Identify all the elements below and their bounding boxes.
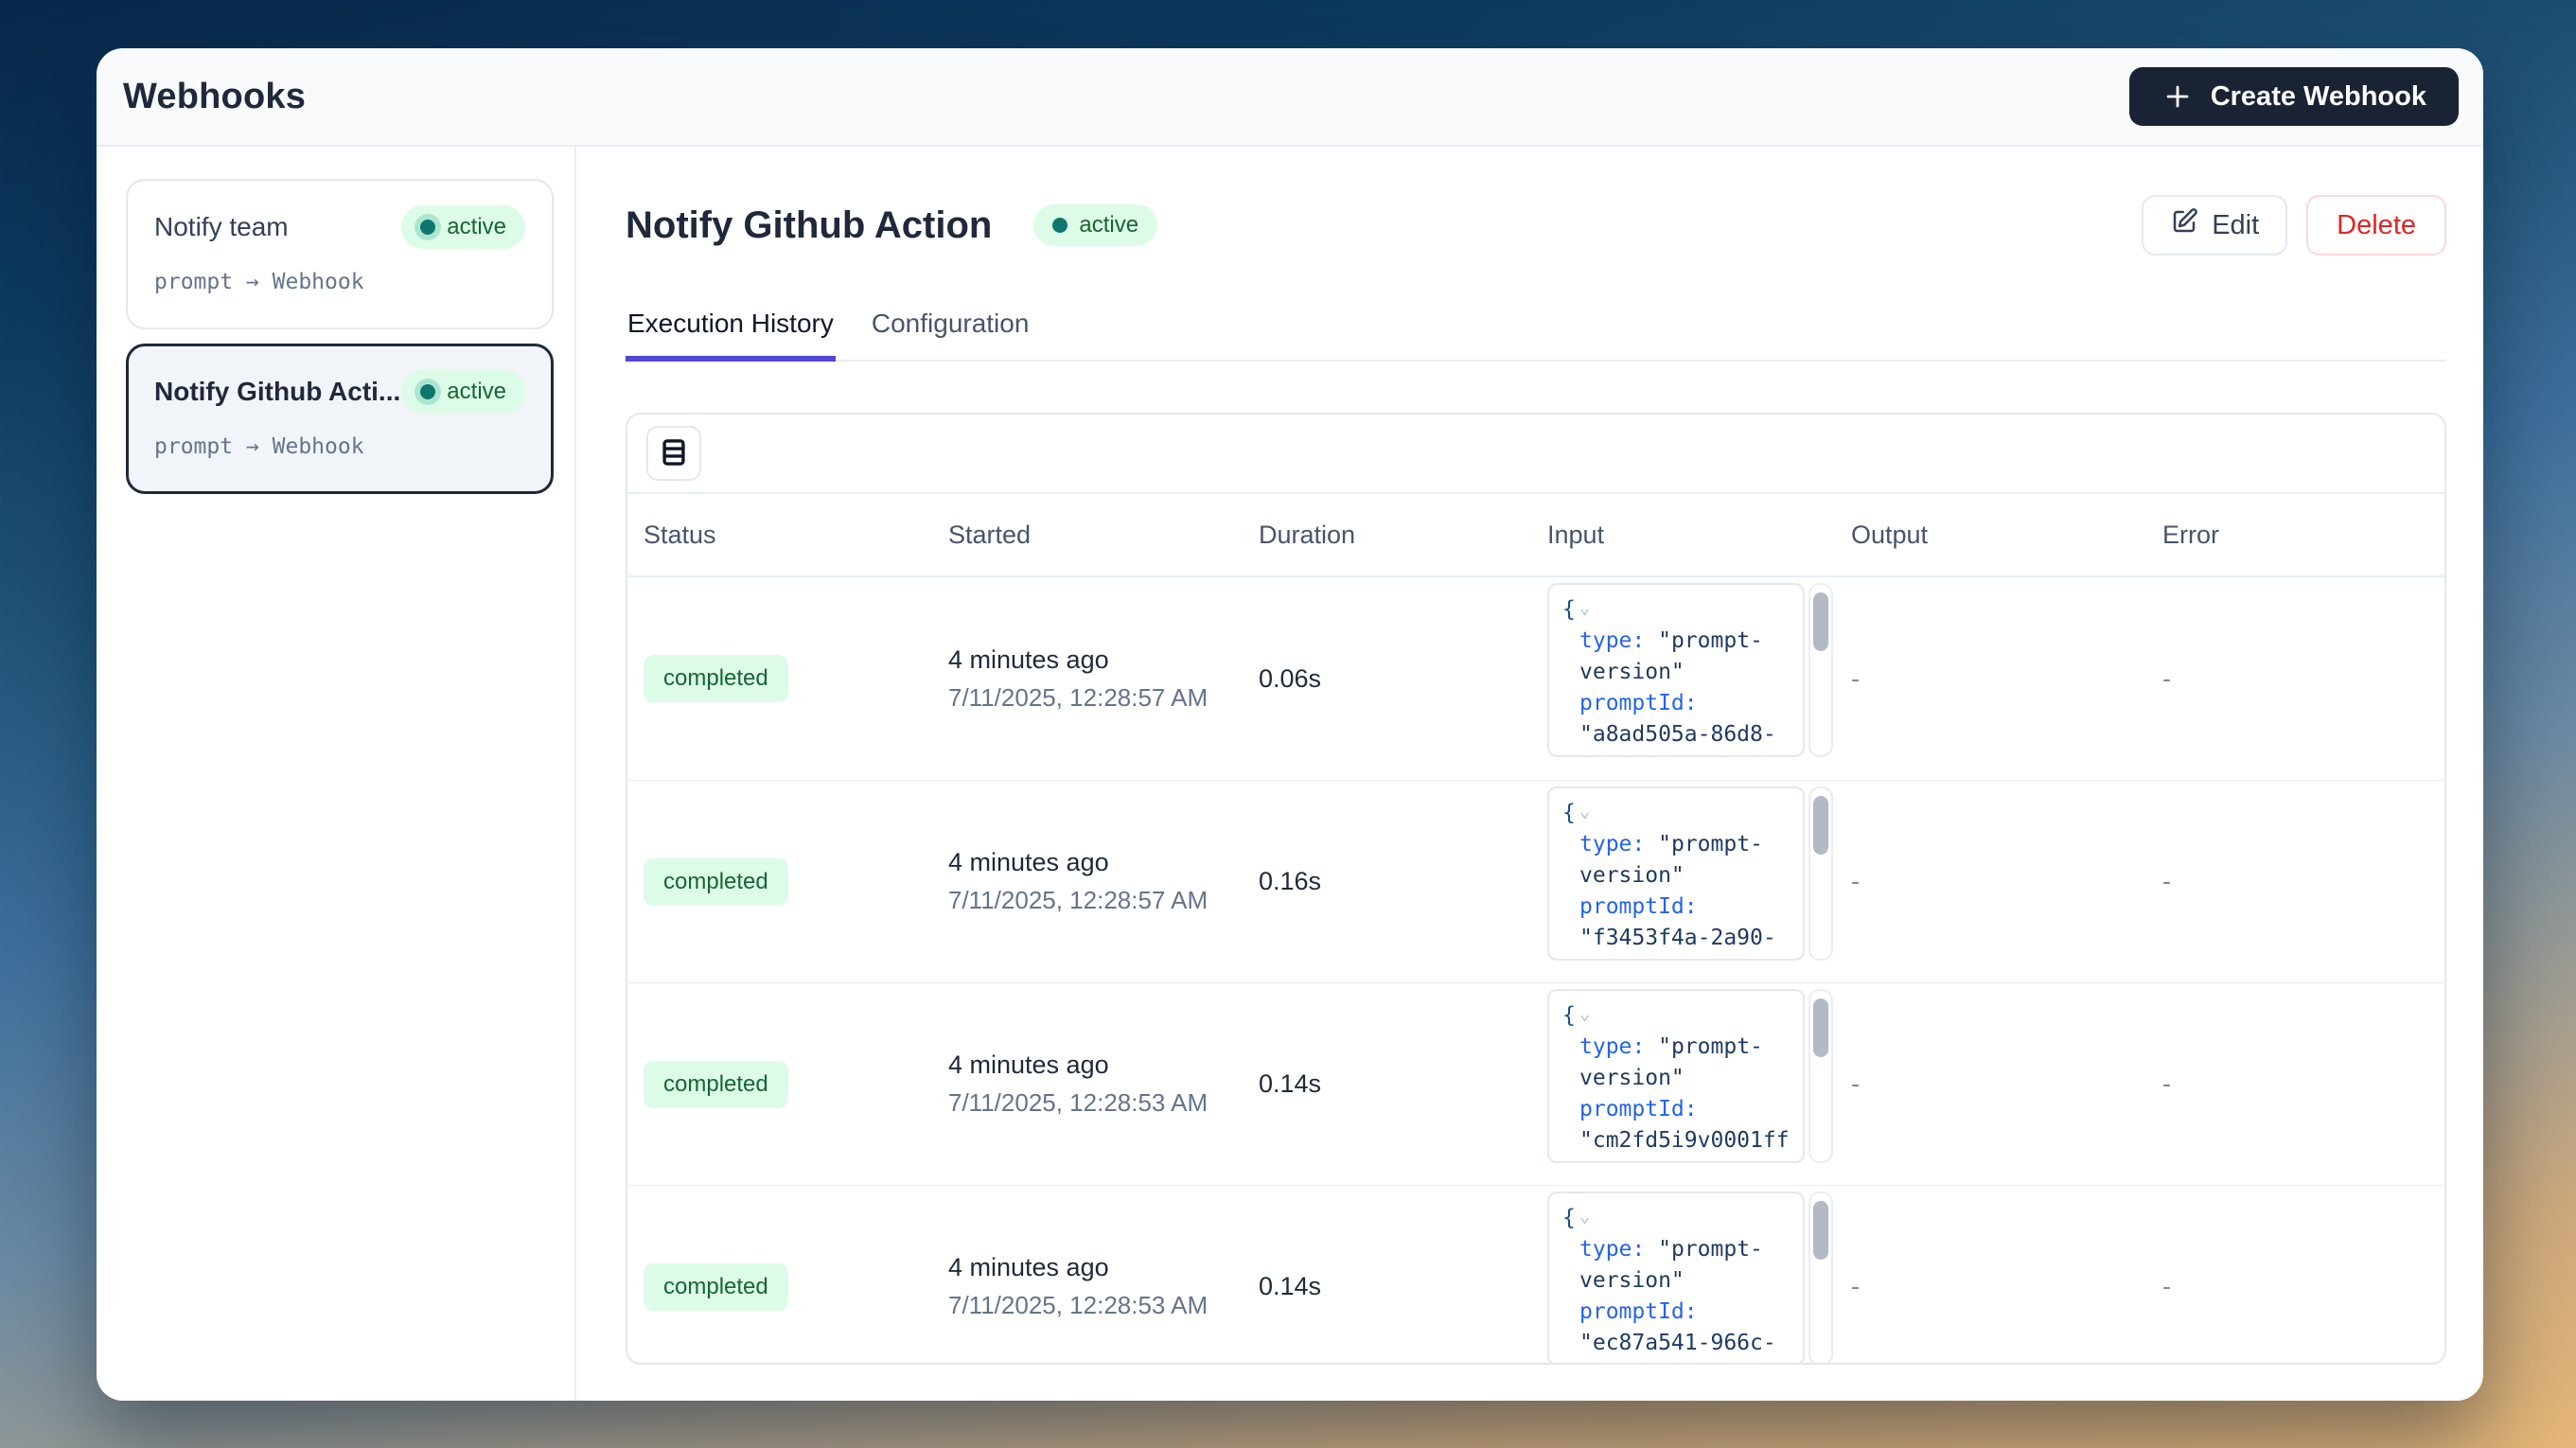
status-badge: completed — [644, 1061, 788, 1108]
table-body: completed 4 minutes ago 7/11/2025, 12:28… — [627, 577, 2444, 1365]
sidebar-webhook-card[interactable]: Notify Github Acti... active prompt → We… — [126, 344, 554, 494]
input-json-viewer[interactable]: {⌄type: "prompt-version"promptId: "a8ad5… — [1547, 583, 1805, 757]
input-json-viewer[interactable]: {⌄type: "prompt-version"promptId: "cm2fd… — [1547, 989, 1805, 1163]
status-badge: active — [1033, 204, 1157, 246]
started-cell: 4 minutes ago 7/11/2025, 12:28:53 AM — [932, 1051, 1243, 1118]
status-badge-label: active — [1079, 212, 1138, 238]
error-cell: - — [2146, 1272, 2446, 1301]
chevron-down-icon: ⌄ — [1579, 801, 1590, 821]
webhooks-window: Webhooks Create Webhook Notify team acti… — [97, 48, 2483, 1401]
started-cell: 4 minutes ago 7/11/2025, 12:28:57 AM — [932, 645, 1243, 713]
chevron-down-icon: ⌄ — [1579, 597, 1590, 618]
webhook-card-title: Notify team — [154, 212, 289, 242]
status-badge: active — [401, 370, 525, 414]
status-badge: completed — [644, 655, 788, 702]
webhook-card-title: Notify Github Acti... — [154, 377, 400, 407]
error-cell: - — [2146, 867, 2446, 896]
status-badge-label: active — [447, 379, 506, 405]
table-row[interactable]: completed 4 minutes ago 7/11/2025, 12:28… — [627, 982, 2444, 1185]
started-absolute: 7/11/2025, 12:28:53 AM — [948, 1088, 1243, 1118]
started-absolute: 7/11/2025, 12:28:57 AM — [948, 683, 1243, 713]
started-relative: 4 minutes ago — [948, 1051, 1243, 1080]
create-webhook-label: Create Webhook — [2211, 81, 2426, 113]
table-row[interactable]: completed 4 minutes ago 7/11/2025, 12:28… — [627, 780, 2444, 982]
input-cell: {⌄type: "prompt-version"promptId: "cm2fd… — [1531, 983, 1835, 1185]
duration-cell: 0.14s — [1243, 1272, 1531, 1301]
started-cell: 4 minutes ago 7/11/2025, 12:28:57 AM — [932, 848, 1243, 915]
json-scrollbar[interactable] — [1808, 989, 1833, 1163]
webhook-title: Notify Github Action — [626, 204, 992, 247]
started-cell: 4 minutes ago 7/11/2025, 12:28:53 AM — [932, 1253, 1243, 1320]
status-badge: completed — [644, 1263, 788, 1311]
detail-tabs: Execution History Configuration — [626, 309, 2446, 362]
status-badge: active — [401, 205, 525, 249]
table-row[interactable]: completed 4 minutes ago 7/11/2025, 12:28… — [627, 577, 2444, 780]
error-cell: - — [2146, 1069, 2446, 1099]
webhook-sidebar: Notify team active prompt → Webhook Noti… — [97, 147, 576, 1401]
column-header-status: Status — [627, 521, 932, 550]
status-badge-label: active — [447, 214, 506, 240]
table-rows-icon — [658, 436, 690, 471]
delete-button-label: Delete — [2337, 210, 2416, 240]
plus-icon — [2161, 80, 2194, 113]
webhook-card-route: prompt → Webhook — [154, 434, 525, 459]
edit-button[interactable]: Edit — [2142, 195, 2287, 256]
table-header-row: StatusStartedDurationInputOutputError — [627, 494, 2444, 577]
started-relative: 4 minutes ago — [948, 645, 1243, 675]
table-row[interactable]: completed 4 minutes ago 7/11/2025, 12:28… — [627, 1185, 2444, 1365]
duration-cell: 0.06s — [1243, 664, 1531, 694]
error-cell: - — [2146, 664, 2446, 694]
scrollbar-thumb[interactable] — [1813, 1201, 1828, 1260]
output-cell: - — [1835, 664, 2146, 694]
output-cell: - — [1835, 1272, 2146, 1301]
column-header-duration: Duration — [1243, 521, 1531, 550]
json-scrollbar[interactable] — [1808, 583, 1833, 757]
column-header-output: Output — [1835, 521, 2146, 550]
edit-button-label: Edit — [2212, 210, 2259, 241]
output-cell: - — [1835, 1069, 2146, 1099]
json-scrollbar[interactable] — [1808, 786, 1833, 961]
tab-execution-history[interactable]: Execution History — [626, 309, 836, 362]
delete-button[interactable]: Delete — [2306, 195, 2446, 256]
scrollbar-thumb[interactable] — [1813, 592, 1828, 651]
status-badge: completed — [644, 858, 788, 906]
input-cell: {⌄type: "prompt-version"promptId: "a8ad5… — [1531, 577, 1835, 780]
status-dot-icon — [420, 384, 435, 399]
input-json-viewer[interactable]: {⌄type: "prompt-version"promptId: "ec87a… — [1547, 1192, 1805, 1365]
started-absolute: 7/11/2025, 12:28:57 AM — [948, 886, 1243, 915]
chevron-down-icon: ⌄ — [1579, 1003, 1590, 1024]
started-absolute: 7/11/2025, 12:28:53 AM — [948, 1291, 1243, 1320]
execution-history-card: StatusStartedDurationInputOutputError co… — [626, 413, 2446, 1365]
output-cell: - — [1835, 867, 2146, 896]
table-view-toggle-button[interactable] — [646, 426, 701, 481]
table-toolbar — [627, 415, 2444, 494]
input-cell: {⌄type: "prompt-version"promptId: "f3453… — [1531, 781, 1835, 982]
input-cell: {⌄type: "prompt-version"promptId: "ec87a… — [1531, 1186, 1835, 1365]
scrollbar-thumb[interactable] — [1813, 998, 1828, 1057]
webhook-detail-panel: Notify Github Action active Edit Delete — [576, 147, 2483, 1401]
app-header: Webhooks Create Webhook — [97, 48, 2483, 147]
started-relative: 4 minutes ago — [948, 1253, 1243, 1282]
chevron-down-icon: ⌄ — [1579, 1206, 1590, 1227]
column-header-started: Started — [932, 521, 1243, 550]
page-title: Webhooks — [123, 77, 306, 117]
started-relative: 4 minutes ago — [948, 848, 1243, 877]
column-header-error: Error — [2146, 521, 2446, 550]
input-json-viewer[interactable]: {⌄type: "prompt-version"promptId: "f3453… — [1547, 786, 1805, 961]
duration-cell: 0.14s — [1243, 1069, 1531, 1099]
status-dot-icon — [1052, 218, 1067, 233]
scrollbar-thumb[interactable] — [1813, 796, 1828, 855]
json-scrollbar[interactable] — [1808, 1192, 1833, 1365]
status-dot-icon — [420, 220, 435, 235]
column-header-input: Input — [1531, 521, 1835, 550]
webhook-card-route: prompt → Webhook — [154, 270, 525, 294]
sidebar-webhook-card[interactable]: Notify team active prompt → Webhook — [126, 179, 554, 329]
tab-configuration[interactable]: Configuration — [870, 309, 1032, 362]
duration-cell: 0.16s — [1243, 867, 1531, 896]
edit-pencil-icon — [2170, 207, 2198, 243]
create-webhook-button[interactable]: Create Webhook — [2129, 67, 2459, 126]
